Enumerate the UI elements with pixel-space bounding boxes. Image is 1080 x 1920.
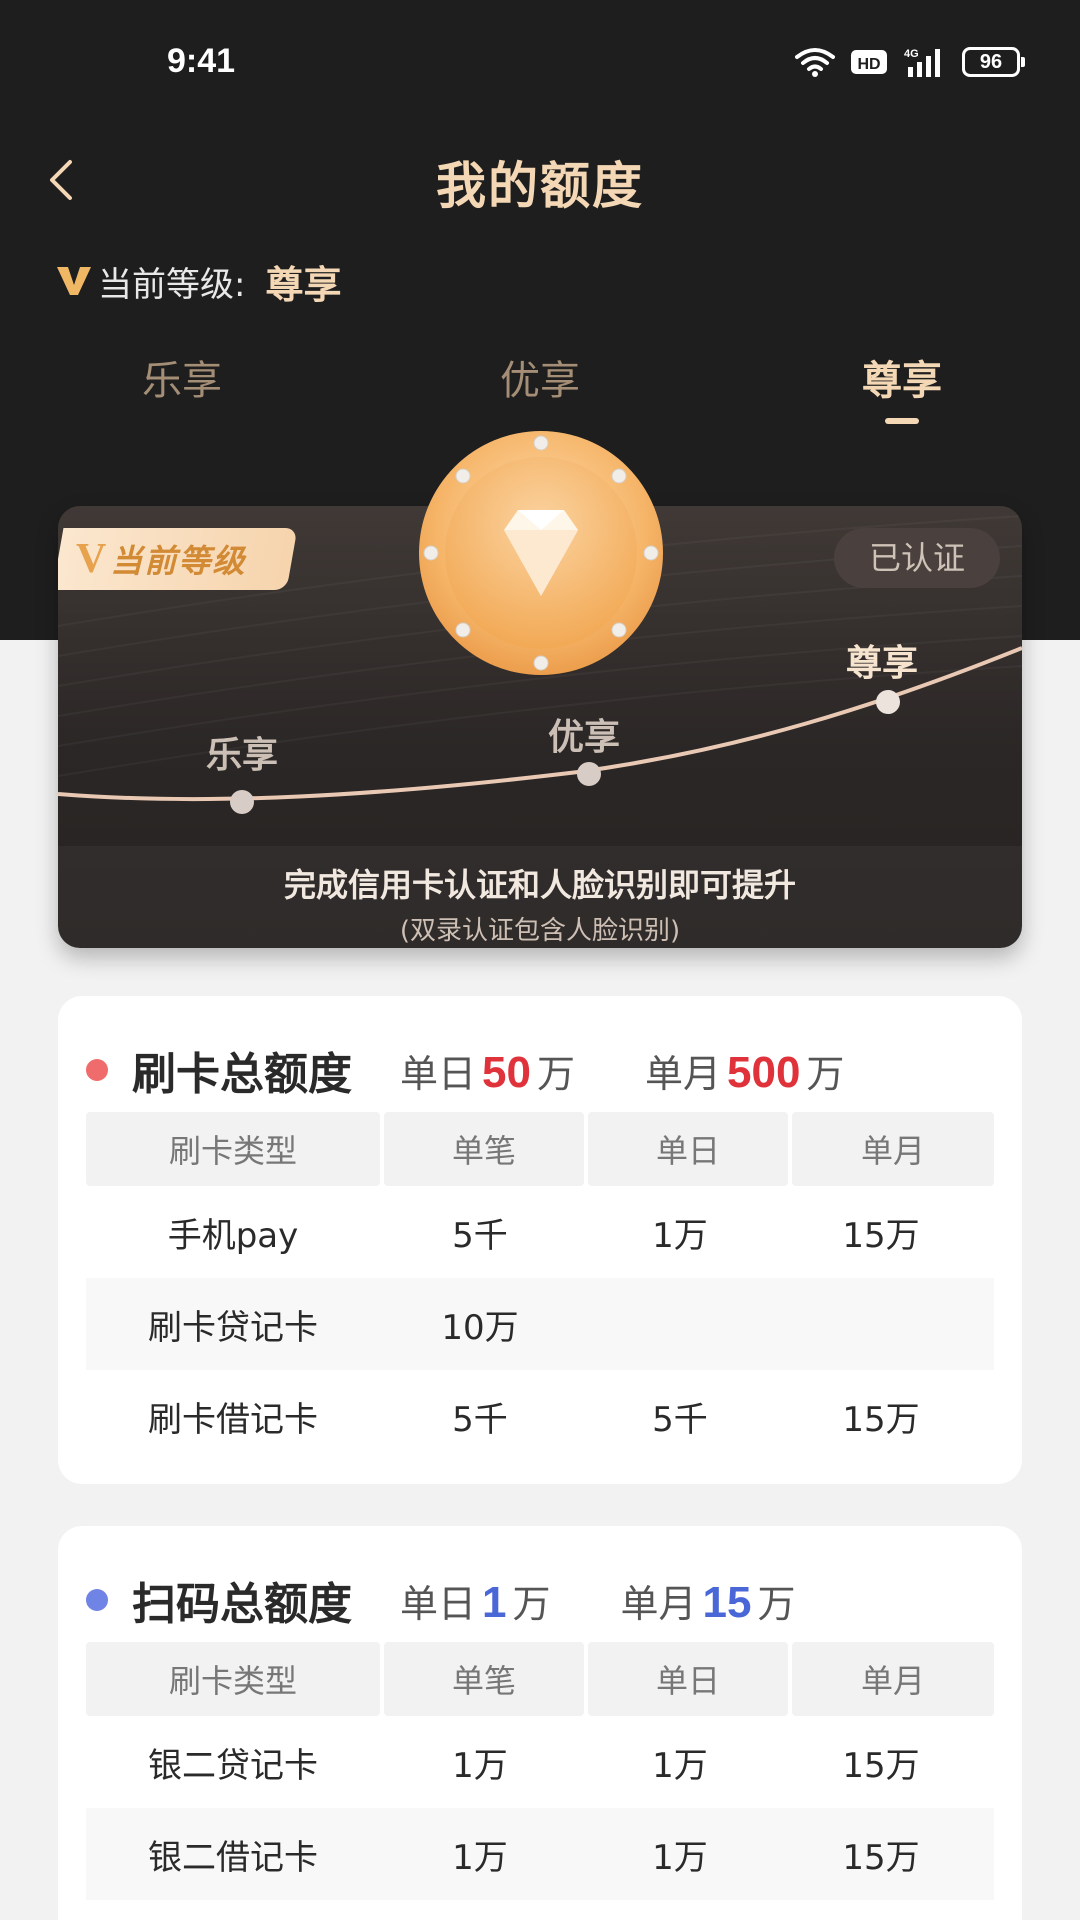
cell-type: 银二借记卡 <box>148 1837 318 1878</box>
daily-value: 1 <box>482 1577 507 1627</box>
cell-daily: 1万 <box>652 1215 708 1256</box>
monthly-unit: 万 <box>757 1581 796 1626</box>
svg-text:HD: HD <box>857 56 880 73</box>
card-footer: 完成信用卡认证和人脸识别即可提升 (双录认证包含人脸识别) <box>58 846 1022 948</box>
status-time: 9:41 <box>167 42 236 80</box>
monthly-value: 15 <box>702 1577 752 1627</box>
diamond-icon <box>419 431 663 675</box>
col-type: 刷卡类型 <box>86 1112 380 1186</box>
scan-limit-daily: 单日 1 万 <box>400 1573 551 1628</box>
upgrade-tip: 完成信用卡认证和人脸识别即可提升 <box>283 866 796 904</box>
cell-monthly: 15万 <box>842 1745 920 1786</box>
card-limit-daily: 单日 50 万 <box>400 1043 575 1098</box>
col-single: 单笔 <box>384 1112 584 1186</box>
cell-daily: 5千 <box>652 1399 708 1440</box>
cell-monthly: 15万 <box>842 1215 920 1256</box>
col-type: 刷卡类型 <box>86 1642 380 1716</box>
table-header: 刷卡类型 单笔 单日 单月 <box>86 1642 994 1716</box>
scan-limit-monthly: 单月 15 万 <box>621 1573 796 1628</box>
card-limit-header: 刷卡总额度 单日 50 万 单月 500 万 <box>86 1040 1006 1100</box>
point-lexiang <box>230 790 254 814</box>
curve-label-youxiang: 优享 <box>548 717 621 758</box>
col-daily: 单日 <box>588 1112 788 1186</box>
tab-active-indicator <box>885 418 919 424</box>
status-icons: HD 4G 96 <box>794 44 1025 80</box>
cell-single: 5千 <box>452 1399 508 1440</box>
upgrade-note: (双录认证包含人脸识别) <box>399 916 681 946</box>
scan-limit-header: 扫码总额度 单日 1 万 单月 15 万 <box>86 1570 1006 1630</box>
cell-monthly: 15万 <box>842 1399 920 1440</box>
current-level-row: 当前等级: 尊享 <box>56 256 342 307</box>
tab-zunxiang[interactable]: 尊享 <box>802 348 1002 406</box>
table-header: 刷卡类型 单笔 单日 单月 <box>86 1112 994 1186</box>
table-row: 银二借记卡 1万 1万 15万 <box>86 1808 994 1900</box>
daily-prefix: 单日 <box>400 1051 477 1096</box>
col-monthly: 单月 <box>792 1112 994 1186</box>
scan-limit-section: 扫码总额度 单日 1 万 单月 15 万 刷卡类型 单笔 单日 单月 银二贷记卡 1万 … <box>58 1526 1022 1920</box>
cell-type: 银二贷记卡 <box>148 1745 318 1786</box>
cell-single: 5千 <box>452 1215 508 1256</box>
card-limit-table: 刷卡类型 单笔 单日 单月 手机pay 5千 1万 15万 刷卡贷记卡 10万 … <box>86 1112 994 1462</box>
daily-unit: 万 <box>536 1051 575 1096</box>
table-row: 银二贷记卡 1万 1万 15万 <box>86 1716 994 1808</box>
cell-type: 手机pay <box>167 1215 299 1256</box>
point-zunxiang <box>876 690 900 714</box>
battery-icon: 96 <box>962 47 1025 77</box>
card-limit-section: 刷卡总额度 单日 50 万 单月 500 万 刷卡类型 单笔 单日 单月 手机pay 5… <box>58 996 1022 1484</box>
signal-icon: 4G <box>904 48 940 77</box>
page-title: 我的额度 <box>436 157 644 215</box>
card-limit-dot <box>86 1059 108 1081</box>
hd-icon: HD <box>851 50 887 74</box>
col-daily: 单日 <box>588 1642 788 1716</box>
cell-single: 10万 <box>441 1307 519 1348</box>
monthly-prefix: 单月 <box>620 1581 697 1626</box>
cell-type: 刷卡贷记卡 <box>148 1307 318 1348</box>
card-limit-monthly: 单月 500 万 <box>645 1043 844 1098</box>
level-tabs: 乐享 优享 尊享 <box>0 348 1080 428</box>
v-icon <box>57 267 91 295</box>
scan-limit-title: 扫码总额度 <box>132 1579 352 1630</box>
table-row: 手机pay 5千 1万 15万 <box>86 1186 994 1278</box>
monthly-value: 500 <box>727 1047 801 1097</box>
card-limit-title: 刷卡总额度 <box>132 1049 352 1100</box>
svg-text:4G: 4G <box>904 48 919 60</box>
cell-daily: 1万 <box>652 1837 708 1878</box>
monthly-unit: 万 <box>806 1051 845 1096</box>
cell-daily: 1万 <box>652 1745 708 1786</box>
tab-youxiang[interactable]: 优享 <box>440 348 640 406</box>
curve-label-lexiang: 乐享 <box>206 735 279 776</box>
monthly-prefix: 单月 <box>644 1051 721 1096</box>
table-row: 刷卡贷记卡 10万 <box>86 1278 994 1370</box>
cell-single: 1万 <box>452 1745 508 1786</box>
scan-limit-table: 刷卡类型 单笔 单日 单月 银二贷记卡 1万 1万 15万 银二借记卡 1万 1… <box>86 1642 994 1900</box>
status-bar: 9:41 HD 4G 96 <box>0 0 1080 120</box>
daily-value: 50 <box>482 1047 531 1097</box>
table-row: 刷卡借记卡 5千 5千 15万 <box>86 1370 994 1462</box>
cell-single: 1万 <box>452 1837 508 1878</box>
col-monthly: 单月 <box>792 1642 994 1716</box>
cell-type: 刷卡借记卡 <box>148 1399 318 1440</box>
tab-lexiang[interactable]: 乐享 <box>82 348 282 406</box>
daily-prefix: 单日 <box>400 1581 477 1626</box>
wifi-icon <box>795 48 835 77</box>
daily-unit: 万 <box>512 1581 551 1626</box>
curve-label-zunxiang: 尊享 <box>846 643 919 684</box>
point-youxiang <box>577 762 601 786</box>
cell-monthly: 15万 <box>842 1837 920 1878</box>
level-value: 尊享 <box>265 262 342 307</box>
level-label: 当前等级: <box>98 264 246 305</box>
scan-limit-dot <box>86 1589 108 1611</box>
col-single: 单笔 <box>384 1642 584 1716</box>
